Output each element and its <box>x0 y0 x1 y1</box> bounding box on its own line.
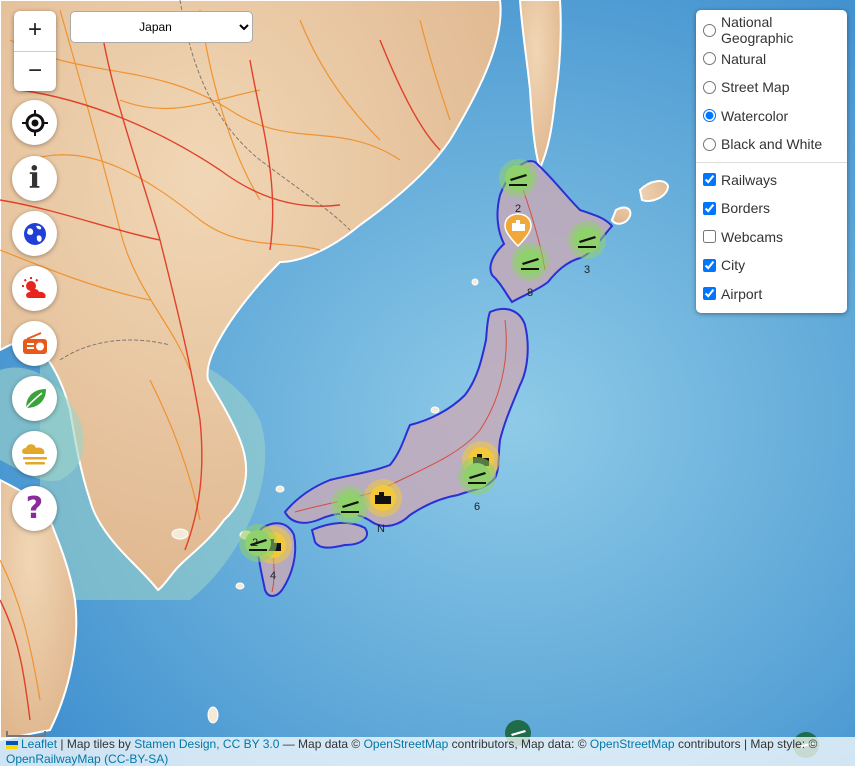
radio-button[interactable] <box>12 321 57 366</box>
license-link[interactable]: (CC-BY-SA) <box>104 752 168 766</box>
globe-icon <box>23 222 46 245</box>
layer-label: Natural <box>721 50 767 67</box>
layer-radio[interactable] <box>703 109 716 123</box>
layer-radio[interactable] <box>703 23 716 37</box>
stamen-link[interactable]: Stamen Design, CC BY 3.0 <box>134 737 279 751</box>
leaflet-link[interactable]: Leaflet <box>21 737 57 751</box>
cluster-count: 3 <box>584 264 590 276</box>
crosshair-icon <box>21 109 48 136</box>
overlay-city[interactable]: City <box>702 251 841 280</box>
airport-cluster-marker[interactable] <box>331 486 369 524</box>
layer-label: Webcams <box>721 228 783 245</box>
attribution-text: contributors, Map data: © <box>448 737 590 751</box>
layer-radio[interactable] <box>703 80 716 94</box>
layer-control: National Geographic Natural Street Map Wate… <box>696 10 847 313</box>
attribution-text: — Map data © <box>279 737 364 751</box>
base-layer-natural[interactable]: Natural <box>702 45 841 74</box>
zoom-in-button[interactable]: + <box>14 11 56 51</box>
map[interactable]: N 4 2 3 8 6 2 + − Japan i ? National Geographi… <box>0 0 855 766</box>
layer-label: Railways <box>721 171 778 188</box>
nature-button[interactable] <box>12 376 57 421</box>
layer-separator <box>696 161 847 163</box>
base-layer-national-geographic[interactable]: National Geographic <box>702 14 841 47</box>
osm-link[interactable]: OpenStreetMap <box>364 737 449 751</box>
openrailwaymap-link[interactable]: OpenRailwayMap <box>6 752 101 766</box>
leaf-icon <box>24 388 46 409</box>
overlay-airport[interactable]: Airport <box>702 280 841 309</box>
attribution-text: | Map tiles by <box>57 737 135 751</box>
layer-label: Borders <box>721 200 771 217</box>
layer-radio[interactable] <box>703 52 716 66</box>
sun-cloud-icon <box>21 276 46 298</box>
base-layer-black-and-white[interactable]: Black and White <box>702 130 841 159</box>
base-layer-street-map[interactable]: Street Map <box>702 73 841 102</box>
ukraine-flag-icon <box>6 740 18 749</box>
overlay-webcams[interactable]: Webcams <box>702 223 841 252</box>
layer-label: Street Map <box>721 79 790 96</box>
airport-cluster-marker[interactable]: 2 <box>239 524 277 562</box>
help-button[interactable]: ? <box>12 486 57 531</box>
layer-checkbox[interactable] <box>703 287 716 301</box>
radio-icon <box>22 331 47 354</box>
cluster-count: 8 <box>527 287 533 299</box>
country-select[interactable]: Japan <box>70 11 253 43</box>
layer-checkbox[interactable] <box>703 201 716 215</box>
zoom-control: + − <box>14 11 56 91</box>
base-layer-watercolor[interactable]: Watercolor <box>702 102 841 131</box>
fog-icon <box>21 443 47 464</box>
fog-button[interactable] <box>12 431 57 476</box>
overlay-railways[interactable]: Railways <box>702 166 841 195</box>
osm-link-2[interactable]: OpenStreetMap <box>590 737 675 751</box>
cluster-count: 6 <box>474 501 480 513</box>
base-layer-list: National Geographic Natural Street Map Wate… <box>702 14 841 159</box>
attribution-text: contributors | Map style: © <box>674 737 818 751</box>
locate-button[interactable] <box>12 100 57 145</box>
cluster-count: N <box>377 523 385 535</box>
layer-checkbox[interactable] <box>703 258 716 272</box>
overlay-borders[interactable]: Borders <box>702 194 841 223</box>
layer-checkbox[interactable] <box>703 173 716 187</box>
layer-label: Watercolor <box>721 107 789 124</box>
globe-button[interactable] <box>12 211 57 256</box>
cluster-count: 4 <box>270 570 276 582</box>
weather-button[interactable] <box>12 266 57 311</box>
cluster-count: 2 <box>252 537 258 549</box>
layer-label: National Geographic <box>721 14 794 47</box>
layer-radio[interactable] <box>703 137 716 151</box>
info-button[interactable]: i <box>12 156 57 201</box>
overlay-layer-list: Railways Borders Webcams City Airport <box>702 166 841 309</box>
cluster-count: 2 <box>515 203 521 215</box>
layer-label: Black and White <box>721 136 823 153</box>
layer-checkbox[interactable] <box>703 230 716 244</box>
attribution: Leaflet | Map tiles by Stamen Design, CC… <box>0 737 855 766</box>
layer-label: City <box>721 257 746 274</box>
zoom-out-button[interactable]: − <box>14 51 56 91</box>
info-icon: i <box>28 160 41 196</box>
question-icon: ? <box>25 490 44 526</box>
layer-label: Airport <box>721 285 763 302</box>
